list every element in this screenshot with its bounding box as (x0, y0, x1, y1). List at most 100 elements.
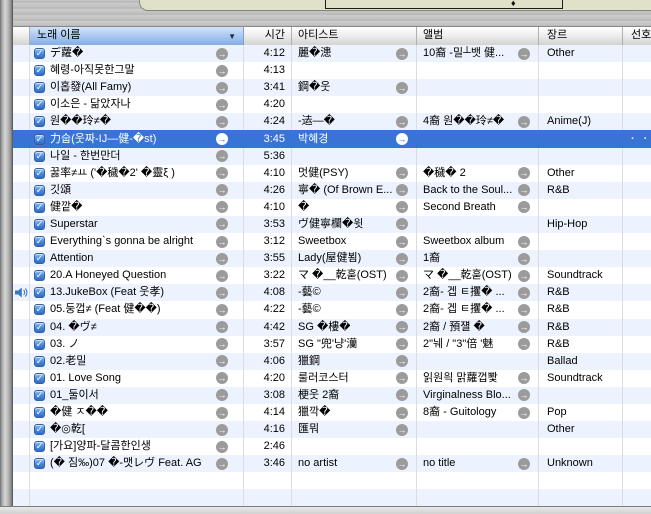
track-checkbox[interactable]: ✓ (34, 82, 45, 93)
track-checkbox[interactable]: ✓ (34, 202, 45, 213)
track-checkbox[interactable]: ✓ (34, 236, 45, 247)
goto-arrow-icon[interactable]: → (518, 236, 530, 248)
goto-arrow-icon[interactable]: → (216, 424, 228, 436)
pane-divider[interactable] (0, 0, 13, 506)
track-checkbox[interactable]: ✓ (34, 390, 45, 401)
track-checkbox[interactable]: ✓ (34, 168, 45, 179)
table-row[interactable]: ✓ 01_둘이서 → 3:08 梗웃 2裔 → Virginalness Blo… (13, 387, 651, 404)
goto-arrow-icon[interactable]: → (396, 321, 408, 333)
rating-cell[interactable] (623, 182, 651, 199)
track-checkbox[interactable]: ✓ (34, 304, 45, 315)
goto-arrow-icon[interactable]: → (216, 150, 228, 162)
table-row[interactable]: ✓ 이소은 - 닮았자나 → 4:20 → → (13, 96, 651, 113)
goto-arrow-icon[interactable]: → (216, 236, 228, 248)
goto-arrow-icon[interactable]: → (518, 201, 530, 213)
track-checkbox[interactable]: ✓ (34, 424, 45, 435)
goto-arrow-icon[interactable]: → (396, 48, 408, 60)
column-header-indicator[interactable] (13, 27, 30, 45)
track-checkbox[interactable]: ✓ (34, 253, 45, 264)
goto-arrow-icon[interactable]: → (216, 184, 228, 196)
goto-arrow-icon[interactable]: → (216, 389, 228, 401)
track-checkbox[interactable]: ✓ (34, 270, 45, 281)
rating-cell[interactable] (623, 284, 651, 301)
goto-arrow-icon[interactable]: → (216, 338, 228, 350)
rating-cell[interactable] (623, 250, 651, 267)
rating-cell[interactable] (623, 387, 651, 404)
goto-arrow-icon[interactable]: → (216, 321, 228, 333)
goto-arrow-icon[interactable]: → (518, 287, 530, 299)
table-row[interactable]: ✓ [가요]양파-달콤한인생 → 2:46 → → (13, 438, 651, 455)
goto-arrow-icon[interactable]: → (396, 304, 408, 316)
table-row[interactable] (13, 472, 651, 489)
column-header-artist[interactable]: 아티스트 (292, 27, 417, 45)
track-checkbox[interactable]: ✓ (34, 339, 45, 350)
track-checkbox[interactable]: ✓ (34, 322, 45, 333)
goto-arrow-icon[interactable]: → (518, 253, 530, 265)
table-row[interactable]: ✓ 이홉發(All Famy) → 3:41 鋼�웃 → → (13, 79, 651, 96)
goto-arrow-icon[interactable]: → (396, 184, 408, 196)
rating-cell[interactable] (623, 148, 651, 165)
goto-arrow-icon[interactable]: → (518, 48, 530, 60)
goto-arrow-icon[interactable]: → (396, 133, 408, 145)
column-header-time[interactable]: 시간 (244, 27, 292, 45)
column-header-name[interactable]: 노래 이름 ▼ (30, 27, 244, 45)
goto-arrow-icon[interactable]: → (396, 270, 408, 282)
goto-arrow-icon[interactable]: → (216, 133, 228, 145)
goto-arrow-icon[interactable]: → (518, 372, 530, 384)
rating-cell[interactable] (623, 96, 651, 113)
rating-cell[interactable] (623, 370, 651, 387)
table-row[interactable]: ✓ 나일 - 한번만더 → 5:36 → → (13, 148, 651, 165)
column-header-album[interactable]: 앨범 (417, 27, 539, 45)
track-checkbox[interactable]: ✓ (34, 99, 45, 110)
goto-arrow-icon[interactable]: → (216, 441, 228, 453)
goto-arrow-icon[interactable]: → (518, 338, 530, 350)
table-row[interactable]: ✓ �健 ㅈ�� → 4:14 獵깍� → 8裔 - Guitology → P… (13, 404, 651, 421)
table-row[interactable]: ✓ 04. �ヴ≠ → 4:42 SG �樓� → 2裔 / 預쟬 � → R&… (13, 319, 651, 336)
rating-cell[interactable] (623, 62, 651, 79)
goto-arrow-icon[interactable]: → (216, 218, 228, 230)
goto-arrow-icon[interactable]: → (216, 287, 228, 299)
table-row[interactable]: ✓ �◎乾[ → 4:16 匯뭐 → → Other (13, 421, 651, 438)
goto-arrow-icon[interactable]: → (396, 287, 408, 299)
goto-arrow-icon[interactable]: → (396, 372, 408, 384)
goto-arrow-icon[interactable]: → (216, 201, 228, 213)
goto-arrow-icon[interactable]: → (216, 48, 228, 60)
goto-arrow-icon[interactable]: → (216, 65, 228, 77)
goto-arrow-icon[interactable]: → (216, 99, 228, 111)
table-row[interactable]: ✓ 健깥� → 4:10 � → Second Breath → (13, 199, 651, 216)
table-row[interactable]: ✓ 05.둥껍≠ (Feat 健��) → 4:22 -藝© → 2裔- 겝 ㅌ… (13, 301, 651, 318)
table-row[interactable]: ✓ 02.老밀 → 4:06 獵鋼 → → Ballad (13, 353, 651, 370)
rating-cell[interactable] (623, 438, 651, 455)
rating-cell[interactable] (623, 472, 651, 489)
column-header-genre[interactable]: 장르 (539, 27, 623, 45)
goto-arrow-icon[interactable]: → (216, 253, 228, 265)
track-checkbox[interactable]: ✓ (34, 65, 45, 76)
column-header-rating[interactable]: 선호도 (623, 27, 651, 45)
table-row[interactable]: ✓ デ蘿� → 4:12 麗�漶 → 10裔 -밀┴뱃 健... → Other (13, 45, 651, 62)
goto-arrow-icon[interactable]: → (396, 218, 408, 230)
track-checkbox[interactable]: ✓ (34, 458, 45, 469)
rating-cell[interactable] (623, 79, 651, 96)
track-checkbox[interactable]: ✓ (34, 441, 45, 452)
rating-cell[interactable] (623, 489, 651, 506)
goto-arrow-icon[interactable]: → (396, 424, 408, 436)
track-checkbox[interactable]: ✓ (34, 48, 45, 59)
rating-cell[interactable] (623, 301, 651, 318)
track-checkbox[interactable]: ✓ (34, 219, 45, 230)
rating-cell[interactable] (623, 319, 651, 336)
goto-arrow-icon[interactable]: → (396, 458, 408, 470)
track-checkbox[interactable]: ✓ (34, 151, 45, 162)
table-row[interactable]: ✓ (� 짐‰)07 �-맷レヴ Feat. AG → 3:46 no arti… (13, 455, 651, 472)
track-checkbox[interactable]: ✓ (34, 134, 45, 145)
goto-arrow-icon[interactable]: → (518, 407, 530, 419)
goto-arrow-icon[interactable]: → (216, 355, 228, 367)
table-row[interactable]: ✓ 01. Love Song → 4:20 룰러코스터 → 읽원읙 맑蘿껍뽳 … (13, 370, 651, 387)
rating-cell[interactable] (623, 199, 651, 216)
table-row[interactable]: ✓ Everything`s gonna be alright → 3:12 S… (13, 233, 651, 250)
table-row[interactable]: ✓ 13.JukeBox (Feat 웃孝) → 4:08 -藝© → 2裔- … (13, 284, 651, 301)
rating-cell[interactable] (623, 233, 651, 250)
goto-arrow-icon[interactable]: → (396, 167, 408, 179)
goto-arrow-icon[interactable]: → (216, 270, 228, 282)
goto-arrow-icon[interactable]: → (396, 236, 408, 248)
track-checkbox[interactable]: ✓ (34, 287, 45, 298)
